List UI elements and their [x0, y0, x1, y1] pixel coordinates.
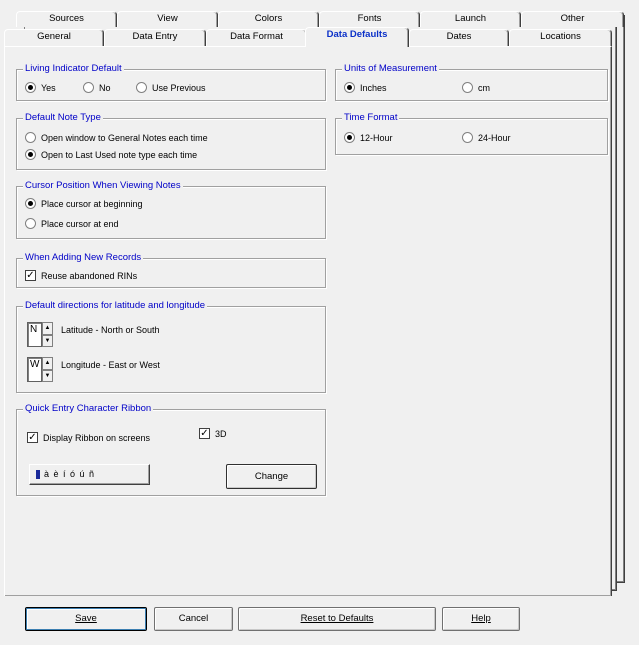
character-ribbon[interactable]: à è í ó ú ñ	[29, 464, 150, 485]
spin-up-icon[interactable]: ▲	[42, 357, 53, 370]
tab-data-defaults[interactable]: Data Defaults	[305, 27, 409, 47]
note-general-option[interactable]: Open window to General Notes each time	[25, 132, 208, 143]
tab-colors[interactable]: Colors	[218, 11, 319, 27]
cancel-button[interactable]: Cancel	[154, 607, 233, 631]
change-button[interactable]: Change	[226, 464, 317, 489]
ribbon-group: Quick Entry Character Ribbon ✓ Display R…	[16, 403, 326, 496]
longitude-value[interactable]: W	[27, 357, 42, 382]
units-cm-option[interactable]: cm	[462, 82, 490, 93]
tab-dates[interactable]: Dates	[409, 29, 509, 46]
units-group: Units of Measurement Inches cm	[335, 63, 608, 101]
spin-up-icon[interactable]: ▲	[42, 322, 53, 335]
living-yes-option[interactable]: Yes	[25, 82, 56, 93]
tab-sources[interactable]: Sources	[16, 11, 117, 27]
living-indicator-title: Living Indicator Default	[23, 63, 124, 75]
longitude-spinner[interactable]: W ▲ ▼ Longitude - East or West	[27, 357, 160, 382]
radio-icon	[83, 82, 94, 93]
time-12-hour-option[interactable]: 12-Hour	[344, 132, 393, 143]
radio-icon	[25, 218, 36, 229]
tab-view[interactable]: View	[117, 11, 218, 27]
cursor-position-title: Cursor Position When Viewing Notes	[23, 180, 183, 192]
check-mark-icon: ✓	[25, 270, 36, 281]
new-records-title: When Adding New Records	[23, 252, 144, 264]
reuse-rins-checkbox[interactable]: ✓ Reuse abandoned RINs	[25, 270, 137, 281]
tab-data-format[interactable]: Data Format	[206, 29, 307, 46]
cursor-end-option[interactable]: Place cursor at end	[25, 218, 119, 229]
radio-icon	[136, 82, 147, 93]
latitude-label: Latitude - North or South	[61, 325, 160, 335]
save-button[interactable]: Save	[25, 607, 147, 631]
check-mark-icon: ✓	[199, 428, 210, 439]
units-title: Units of Measurement	[342, 63, 439, 75]
living-indicator-group: Living Indicator Default Yes No Use Prev…	[16, 63, 326, 101]
directions-group: Default directions for latitude and long…	[16, 300, 326, 393]
radio-selected-icon	[25, 149, 36, 160]
threed-checkbox[interactable]: ✓ 3D	[199, 428, 227, 439]
time-24-hour-option[interactable]: 24-Hour	[462, 132, 511, 143]
tab-data-entry[interactable]: Data Entry	[104, 29, 206, 46]
cursor-position-group: Cursor Position When Viewing Notes Place…	[16, 180, 326, 239]
cursor-beginning-option[interactable]: Place cursor at beginning	[25, 198, 143, 209]
display-ribbon-checkbox[interactable]: ✓ Display Ribbon on screens	[27, 432, 150, 443]
ribbon-chars[interactable]: à è í ó ú ñ	[44, 469, 95, 479]
radio-selected-icon	[25, 198, 36, 209]
units-inches-option[interactable]: Inches	[344, 82, 387, 93]
tab-launch[interactable]: Launch	[420, 11, 521, 27]
radio-icon	[462, 82, 473, 93]
tab-fonts[interactable]: Fonts	[319, 11, 420, 27]
directions-title: Default directions for latitude and long…	[23, 300, 208, 312]
radio-icon	[462, 132, 473, 143]
time-format-group: Time Format 12-Hour 24-Hour	[335, 112, 608, 155]
radio-selected-icon	[344, 132, 355, 143]
note-type-title: Default Note Type	[23, 112, 103, 124]
spin-down-icon[interactable]: ▼	[42, 369, 53, 382]
note-last-used-option[interactable]: Open to Last Used note type each time	[25, 149, 197, 160]
tab-other[interactable]: Other	[521, 11, 624, 27]
ribbon-caret-icon	[36, 470, 40, 480]
ribbon-title: Quick Entry Character Ribbon	[23, 403, 154, 415]
latitude-spinner[interactable]: N ▲ ▼ Latitude - North or South	[27, 322, 160, 347]
panel-top-edge-right	[409, 46, 611, 47]
reset-to-defaults-button[interactable]: Reset to Defaults	[238, 607, 436, 631]
default-note-type-group: Default Note Type Open window to General…	[16, 112, 326, 170]
radio-selected-icon	[344, 82, 355, 93]
tab-general[interactable]: General	[4, 29, 104, 46]
radio-selected-icon	[25, 82, 36, 93]
new-records-group: When Adding New Records ✓ Reuse abandone…	[16, 252, 326, 288]
check-mark-icon: ✓	[27, 432, 38, 443]
radio-icon	[25, 132, 36, 143]
panel-top-edge-left	[5, 46, 305, 47]
spin-down-icon[interactable]: ▼	[42, 334, 53, 347]
latitude-value[interactable]: N	[27, 322, 42, 347]
tab-locations[interactable]: Locations	[509, 29, 612, 46]
help-button[interactable]: Help	[442, 607, 520, 631]
living-use-previous-option[interactable]: Use Previous	[136, 82, 206, 93]
living-no-option[interactable]: No	[83, 82, 111, 93]
time-format-title: Time Format	[342, 112, 400, 124]
longitude-label: Longitude - East or West	[61, 360, 160, 370]
